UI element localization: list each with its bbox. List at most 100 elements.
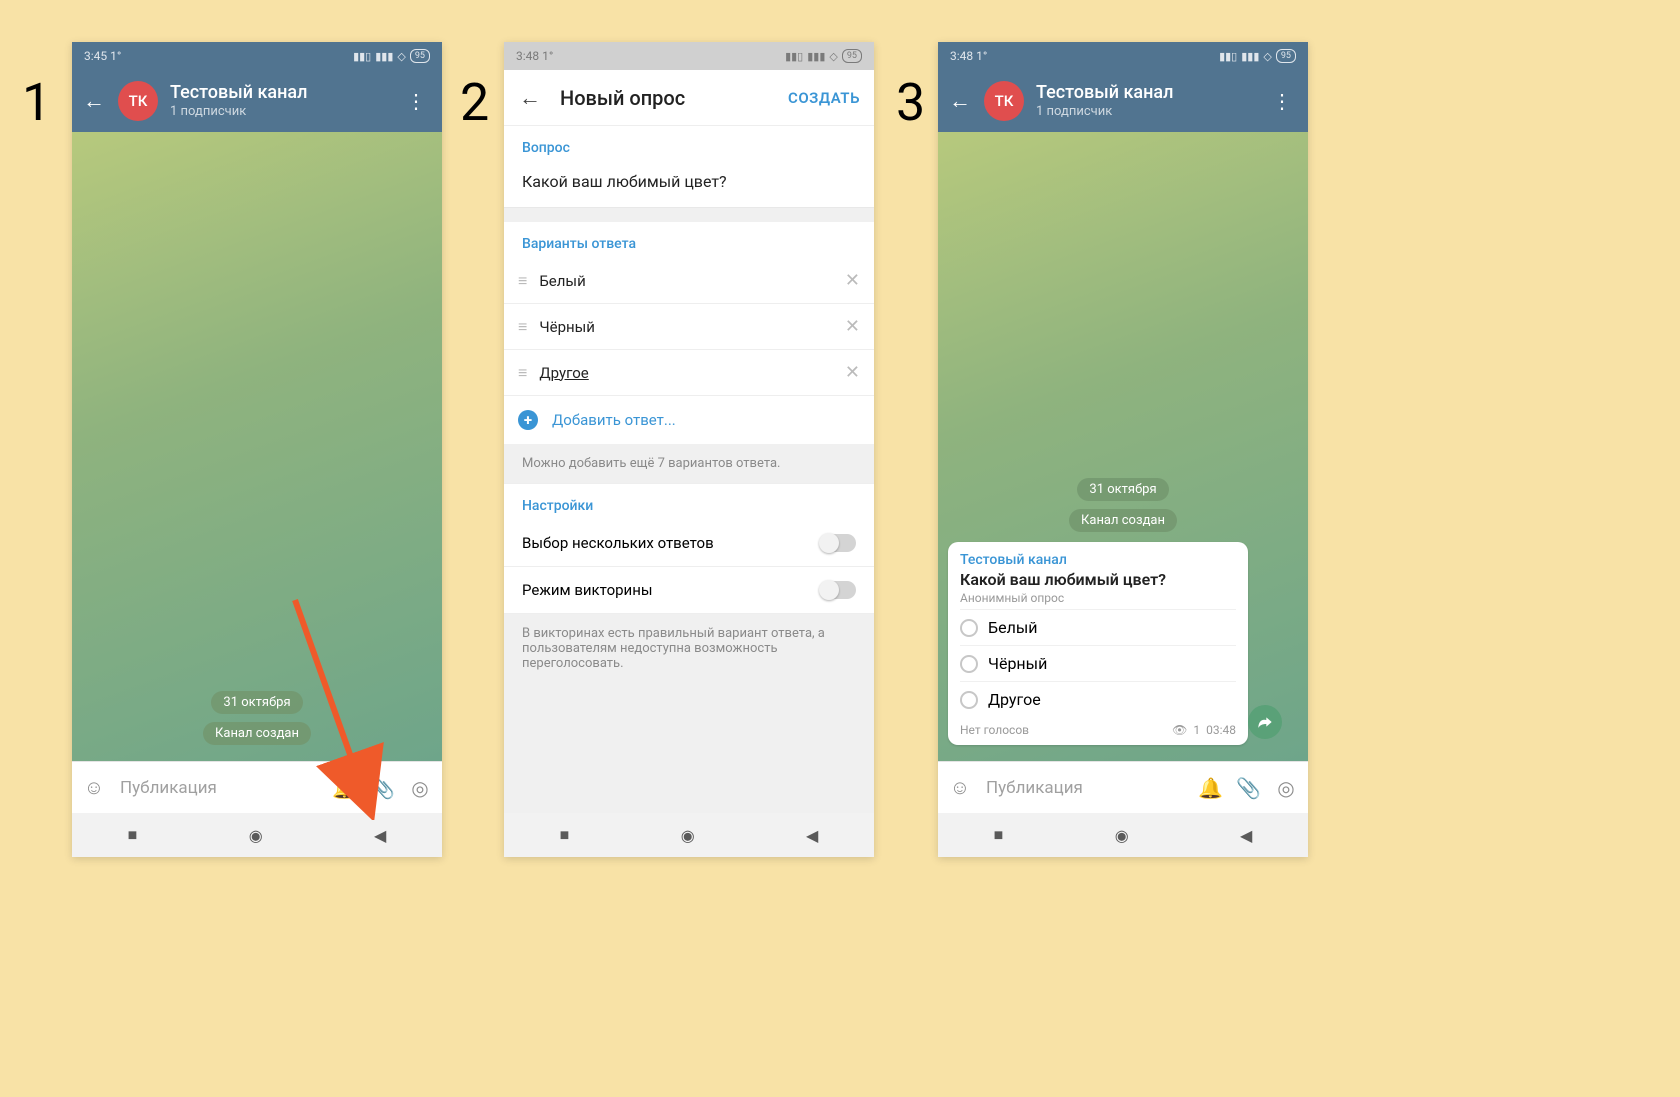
screen-title: Новый опрос [560, 86, 770, 110]
back-button[interactable]: ← [518, 85, 542, 111]
back-button[interactable]: ← [82, 88, 106, 114]
date-chip: 31 октября [211, 691, 302, 714]
message-input[interactable]: Публикация [120, 778, 318, 798]
message-input-row: ☺ Публикация 🔔 📎 ◎ [938, 761, 1308, 813]
signal-icon: ▮▮▯ [785, 50, 803, 63]
poll-option-label: Чёрный [988, 654, 1047, 673]
status-time: 3:48 1° [950, 49, 987, 63]
nav-back-icon[interactable]: ◀ [374, 826, 386, 845]
phone-screen-1: 3:45 1° ▮▮▯ ▮▮▮ ◇ 95 ← ТК Тестовый канал… [72, 42, 442, 857]
answer-option-input[interactable]: Чёрный [539, 318, 831, 336]
channel-subtitle: 1 подписчик [1036, 104, 1254, 120]
battery-icon: 95 [1276, 49, 1296, 63]
emoji-icon[interactable]: ☺ [82, 775, 106, 800]
answer-option-input[interactable]: Другое [539, 364, 831, 382]
share-button[interactable] [1248, 705, 1282, 739]
nav-back-icon[interactable]: ◀ [1240, 826, 1252, 845]
nav-home-icon[interactable]: ◉ [1115, 826, 1129, 845]
poll-footer: Нет голосов 👁 1 03:48 [960, 723, 1236, 737]
toggle-switch[interactable] [820, 581, 856, 599]
status-icons: ▮▮▯ ▮▮▮ ◇ 95 [1219, 49, 1296, 63]
poll-type-label: Анонимный опрос [960, 591, 1236, 605]
header-titles[interactable]: Тестовый канал 1 подписчик [1036, 82, 1254, 119]
answer-option-row: ≡ Белый ✕ [504, 258, 874, 304]
channel-avatar[interactable]: ТК [118, 81, 158, 121]
nav-recent-icon[interactable]: ■ [560, 825, 570, 845]
channel-title: Тестовый канал [170, 82, 388, 104]
toggle-switch[interactable] [820, 534, 856, 552]
battery-icon: 95 [842, 49, 862, 63]
more-menu-button[interactable]: ⋮ [400, 89, 432, 113]
nav-recent-icon[interactable]: ■ [128, 825, 138, 845]
back-button[interactable]: ← [948, 88, 972, 114]
message-input[interactable]: Публикация [986, 778, 1184, 798]
channel-title: Тестовый канал [1036, 82, 1254, 104]
radio-icon [960, 619, 978, 637]
emoji-icon[interactable]: ☺ [948, 775, 972, 800]
create-button[interactable]: СОЗДАТЬ [788, 89, 860, 107]
wifi-icon: ◇ [1263, 50, 1271, 63]
battery-icon: 95 [410, 49, 430, 63]
mute-icon[interactable]: 🔔 [332, 776, 356, 800]
channel-avatar[interactable]: ТК [984, 81, 1024, 121]
quiz-mode-setting[interactable]: Режим викторины [504, 567, 874, 614]
message-input-row: ☺ Публикация 🔔 📎 ◎ [72, 761, 442, 813]
drag-handle-icon[interactable]: ≡ [518, 271, 525, 291]
eye-icon: 👁 [1172, 723, 1187, 737]
poll-option-label: Другое [988, 690, 1041, 709]
schedule-icon[interactable]: ◎ [1274, 776, 1298, 800]
android-nav-bar: ■ ◉ ◀ [72, 813, 442, 857]
nav-back-icon[interactable]: ◀ [806, 826, 818, 845]
mute-icon[interactable]: 🔔 [1198, 776, 1222, 800]
chat-area[interactable]: 31 октября Канал создан Тестовый канал К… [938, 132, 1308, 761]
signal-icon: ▮▮▮ [375, 50, 393, 63]
drag-handle-icon[interactable]: ≡ [518, 363, 525, 383]
poll-option[interactable]: Белый [960, 609, 1236, 645]
chat-header: ← ТК Тестовый канал 1 подписчик ⋮ [72, 70, 442, 132]
drag-handle-icon[interactable]: ≡ [518, 317, 525, 337]
remove-option-button[interactable]: ✕ [845, 270, 860, 291]
step-number-3: 3 [896, 72, 925, 133]
multi-answer-setting[interactable]: Выбор нескольких ответов [504, 520, 874, 567]
poll-channel-name: Тестовый канал [960, 552, 1236, 568]
signal-icon: ▮▮▮ [807, 50, 825, 63]
schedule-icon[interactable]: ◎ [408, 776, 432, 800]
step-number-2: 2 [460, 72, 489, 133]
status-bar: 3:45 1° ▮▮▯ ▮▮▮ ◇ 95 [72, 42, 442, 70]
remove-option-button[interactable]: ✕ [845, 362, 860, 383]
answer-option-input[interactable]: Белый [539, 272, 831, 290]
setting-label: Выбор нескольких ответов [522, 534, 714, 552]
service-chip: Канал создан [203, 722, 311, 745]
options-remaining-hint: Можно добавить ещё 7 вариантов ответа. [504, 444, 874, 483]
poll-message[interactable]: Тестовый канал Какой ваш любимый цвет? А… [948, 542, 1248, 745]
poll-question: Какой ваш любимый цвет? [960, 570, 1236, 589]
radio-icon [960, 691, 978, 709]
attach-icon[interactable]: 📎 [370, 776, 394, 800]
status-time: 3:45 1° [84, 49, 121, 63]
setting-label: Режим викторины [522, 581, 653, 599]
wifi-icon: ◇ [397, 50, 405, 63]
phone-screen-3: 3:48 1° ▮▮▯ ▮▮▮ ◇ 95 ← ТК Тестовый канал… [938, 42, 1308, 857]
answers-section-label: Варианты ответа [504, 222, 874, 258]
nav-home-icon[interactable]: ◉ [249, 826, 263, 845]
nav-recent-icon[interactable]: ■ [994, 825, 1004, 845]
question-section-label: Вопрос [504, 126, 874, 162]
plus-icon: + [518, 410, 538, 430]
service-chip: Канал создан [1069, 509, 1177, 532]
status-time: 3:48 1° [516, 49, 553, 63]
status-icons: ▮▮▯ ▮▮▮ ◇ 95 [353, 49, 430, 63]
attach-icon[interactable]: 📎 [1236, 776, 1260, 800]
chat-area[interactable]: 31 октября Канал создан [72, 132, 442, 761]
poll-form[interactable]: Вопрос Какой ваш любимый цвет? Варианты … [504, 126, 874, 813]
remove-option-button[interactable]: ✕ [845, 316, 860, 337]
nav-home-icon[interactable]: ◉ [681, 826, 695, 845]
radio-icon [960, 655, 978, 673]
poll-views-count: 1 [1193, 723, 1200, 737]
poll-option[interactable]: Другое [960, 681, 1236, 717]
question-input[interactable]: Какой ваш любимый цвет? [504, 162, 874, 208]
header-titles[interactable]: Тестовый канал 1 подписчик [170, 82, 388, 119]
more-menu-button[interactable]: ⋮ [1266, 89, 1298, 113]
add-option-row[interactable]: + Добавить ответ... [504, 396, 874, 444]
poll-option[interactable]: Чёрный [960, 645, 1236, 681]
signal-icon: ▮▮▯ [353, 50, 371, 63]
